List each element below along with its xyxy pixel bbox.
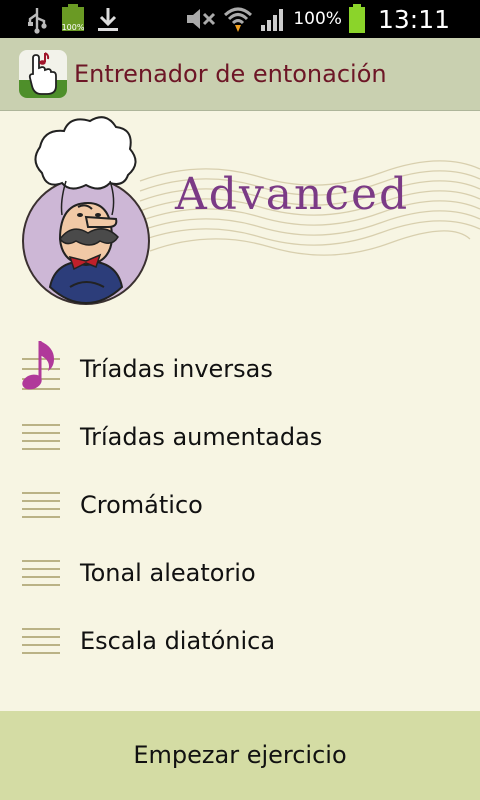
download-icon (98, 8, 118, 31)
music-note-icon (22, 341, 60, 390)
hero-banner: Advanced (0, 111, 480, 321)
exercise-label: Tonal aleatorio (80, 559, 256, 587)
clock: 13:11 (377, 4, 450, 34)
battery-small-text: 100% (61, 23, 85, 32)
wifi-icon (224, 7, 253, 32)
hand-music-note-icon[interactable] (19, 50, 67, 98)
list-item-tonal-aleatorio[interactable]: Tonal aleatorio (0, 539, 480, 607)
staff-lines-icon (22, 424, 60, 450)
mute-icon (187, 9, 216, 29)
list-item-cromatico[interactable]: Cromático (0, 471, 480, 539)
exercise-label: Tríadas inversas (80, 355, 273, 383)
app-title: Entrenador de entonación (74, 60, 387, 88)
list-item-triadas-inversas[interactable]: Tríadas inversas (0, 335, 480, 403)
status-bar-right: 100% 13:11 (183, 0, 450, 38)
hero-artwork: Advanced (22, 116, 480, 305)
exercise-label: Tríadas aumentadas (80, 423, 323, 451)
signal-icon (261, 9, 284, 31)
staff-lines-icon (22, 628, 60, 654)
exercise-list: Tríadas inversas Tríadas aumentadas Crom… (0, 335, 480, 675)
list-item-escala-diatonica[interactable]: Escala diatónica (0, 607, 480, 675)
professor-character (22, 116, 150, 305)
exercise-label: Cromático (80, 491, 203, 519)
app-bar: Entrenador de entonación (0, 38, 480, 111)
level-title: Advanced (174, 169, 409, 220)
battery-icon (348, 4, 365, 33)
staff-lines-icon (22, 560, 60, 586)
battery-percent: 100% (293, 9, 342, 29)
staff-lines-icon (22, 492, 60, 518)
usb-icon (28, 8, 47, 34)
battery-charging-icon: 100% (60, 4, 86, 34)
start-exercise-button[interactable]: Empezar ejercicio (0, 711, 480, 800)
exercise-label: Escala diatónica (80, 627, 276, 655)
list-item-triadas-aumentadas[interactable]: Tríadas aumentadas (0, 403, 480, 471)
status-bar: 100% 100% 13:11 (0, 0, 480, 38)
